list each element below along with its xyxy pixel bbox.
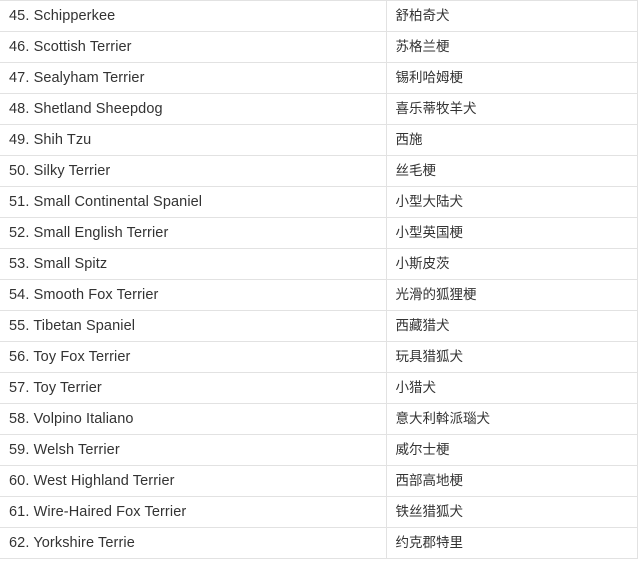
breed-name-en: 59. Welsh Terrier <box>0 434 387 466</box>
breed-name-zh: 光滑的狐狸梗 <box>386 279 638 311</box>
breed-name-en: 49. Shih Tzu <box>0 124 387 156</box>
breed-name-en: 52. Small English Terrier <box>0 217 387 249</box>
breed-name-en: 51. Small Continental Spaniel <box>0 186 387 218</box>
table-row: 46. Scottish Terrier 苏格兰梗 <box>0 31 638 63</box>
breed-name-en: 53. Small Spitz <box>0 248 387 280</box>
breed-name-zh: 喜乐蒂牧羊犬 <box>386 93 638 125</box>
breed-name-zh: 西部高地梗 <box>386 465 638 497</box>
table-body: 45. Schipperkee 舒柏奇犬 46. Scottish Terrier 苏… <box>0 0 638 559</box>
breed-name-zh: 舒柏奇犬 <box>386 0 638 32</box>
table-row: 45. Schipperkee 舒柏奇犬 <box>0 0 638 32</box>
breed-name-en: 47. Sealyham Terrier <box>0 62 387 94</box>
table-row: 59. Welsh Terrier 威尔士梗 <box>0 434 638 466</box>
table-row: 53. Small Spitz 小斯皮茨 <box>0 248 638 280</box>
breed-name-en: 45. Schipperkee <box>0 0 387 32</box>
breed-name-zh: 西施 <box>386 124 638 156</box>
breed-name-en: 48. Shetland Sheepdog <box>0 93 387 125</box>
table-row: 55. Tibetan Spaniel 西藏猎犬 <box>0 310 638 342</box>
breed-name-zh: 小型英国梗 <box>386 217 638 249</box>
breed-name-zh: 铁丝猎狐犬 <box>386 496 638 528</box>
breed-name-zh: 小型大陆犬 <box>386 186 638 218</box>
table-row: 61. Wire-Haired Fox Terrier 铁丝猎狐犬 <box>0 496 638 528</box>
table-row: 47. Sealyham Terrier 锡利哈姆梗 <box>0 62 638 94</box>
table-row: 56. Toy Fox Terrier 玩具猎狐犬 <box>0 341 638 373</box>
table-row: 54. Smooth Fox Terrier 光滑的狐狸梗 <box>0 279 638 311</box>
breed-name-en: 46. Scottish Terrier <box>0 31 387 63</box>
breed-name-zh: 玩具猎狐犬 <box>386 341 638 373</box>
table-row: 60. West Highland Terrier 西部高地梗 <box>0 465 638 497</box>
breed-name-zh: 小斯皮茨 <box>386 248 638 280</box>
breed-name-en: 54. Smooth Fox Terrier <box>0 279 387 311</box>
table-row: 52. Small English Terrier 小型英国梗 <box>0 217 638 249</box>
breed-name-en: 62. Yorkshire Terrie <box>0 527 387 559</box>
breed-name-zh: 小猎犬 <box>386 372 638 404</box>
breed-name-zh: 约克郡特里 <box>386 527 638 559</box>
breed-name-en: 55. Tibetan Spaniel <box>0 310 387 342</box>
breed-name-zh: 威尔士梗 <box>386 434 638 466</box>
table-row: 57. Toy Terrier 小猎犬 <box>0 372 638 404</box>
table-row: 48. Shetland Sheepdog 喜乐蒂牧羊犬 <box>0 93 638 125</box>
table-row: 51. Small Continental Spaniel 小型大陆犬 <box>0 186 638 218</box>
breed-name-en: 60. West Highland Terrier <box>0 465 387 497</box>
table-row: 62. Yorkshire Terrie 约克郡特里 <box>0 527 638 559</box>
breed-name-zh: 丝毛梗 <box>386 155 638 187</box>
dog-breed-table: 45. Schipperkee 舒柏奇犬 46. Scottish Terrier 苏… <box>0 0 638 559</box>
breed-name-zh: 锡利哈姆梗 <box>386 62 638 94</box>
table-row: 49. Shih Tzu 西施 <box>0 124 638 156</box>
breed-name-zh: 西藏猎犬 <box>386 310 638 342</box>
breed-name-en: 61. Wire-Haired Fox Terrier <box>0 496 387 528</box>
breed-name-en: 50. Silky Terrier <box>0 155 387 187</box>
breed-name-zh: 苏格兰梗 <box>386 31 638 63</box>
breed-name-en: 58. Volpino Italiano <box>0 403 387 435</box>
breed-name-en: 56. Toy Fox Terrier <box>0 341 387 373</box>
breed-name-zh: 意大利斡派瑙犬 <box>386 403 638 435</box>
table-row: 50. Silky Terrier 丝毛梗 <box>0 155 638 187</box>
breed-name-en: 57. Toy Terrier <box>0 372 387 404</box>
table-row: 58. Volpino Italiano 意大利斡派瑙犬 <box>0 403 638 435</box>
